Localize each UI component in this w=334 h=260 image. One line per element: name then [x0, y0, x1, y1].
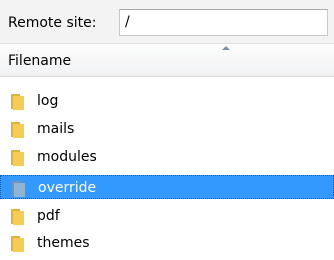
list-item-label: pdf: [37, 208, 60, 224]
list-item-mails[interactable]: mails: [0, 117, 334, 141]
list-item-log[interactable]: log: [0, 89, 334, 113]
remote-file-list: Filename log mails modules override pdf …: [0, 44, 334, 260]
remote-site-bar: Remote site: /: [0, 0, 334, 44]
remote-path-input[interactable]: /: [119, 9, 328, 36]
filename-column-header[interactable]: Filename: [0, 44, 334, 77]
list-item-label: mails: [37, 121, 75, 137]
folder-icon: [12, 181, 25, 197]
filename-header-label: Filename: [8, 53, 72, 69]
folder-icon: [11, 236, 24, 252]
list-item-label: log: [37, 93, 59, 109]
folder-icon: [11, 94, 24, 110]
list-item-label: override: [38, 180, 97, 196]
list-item-pdf[interactable]: pdf: [0, 204, 334, 228]
sort-ascending-icon: [222, 46, 230, 50]
list-item-label: themes: [37, 235, 90, 251]
list-item-modules[interactable]: modules: [0, 145, 334, 169]
remote-site-label: Remote site:: [8, 15, 97, 31]
list-item-label: modules: [37, 149, 97, 165]
folder-icon: [11, 150, 24, 166]
list-item-override[interactable]: override: [0, 175, 334, 199]
folder-icon: [11, 122, 24, 138]
folder-icon: [11, 209, 24, 225]
list-item-themes[interactable]: themes: [0, 231, 334, 255]
